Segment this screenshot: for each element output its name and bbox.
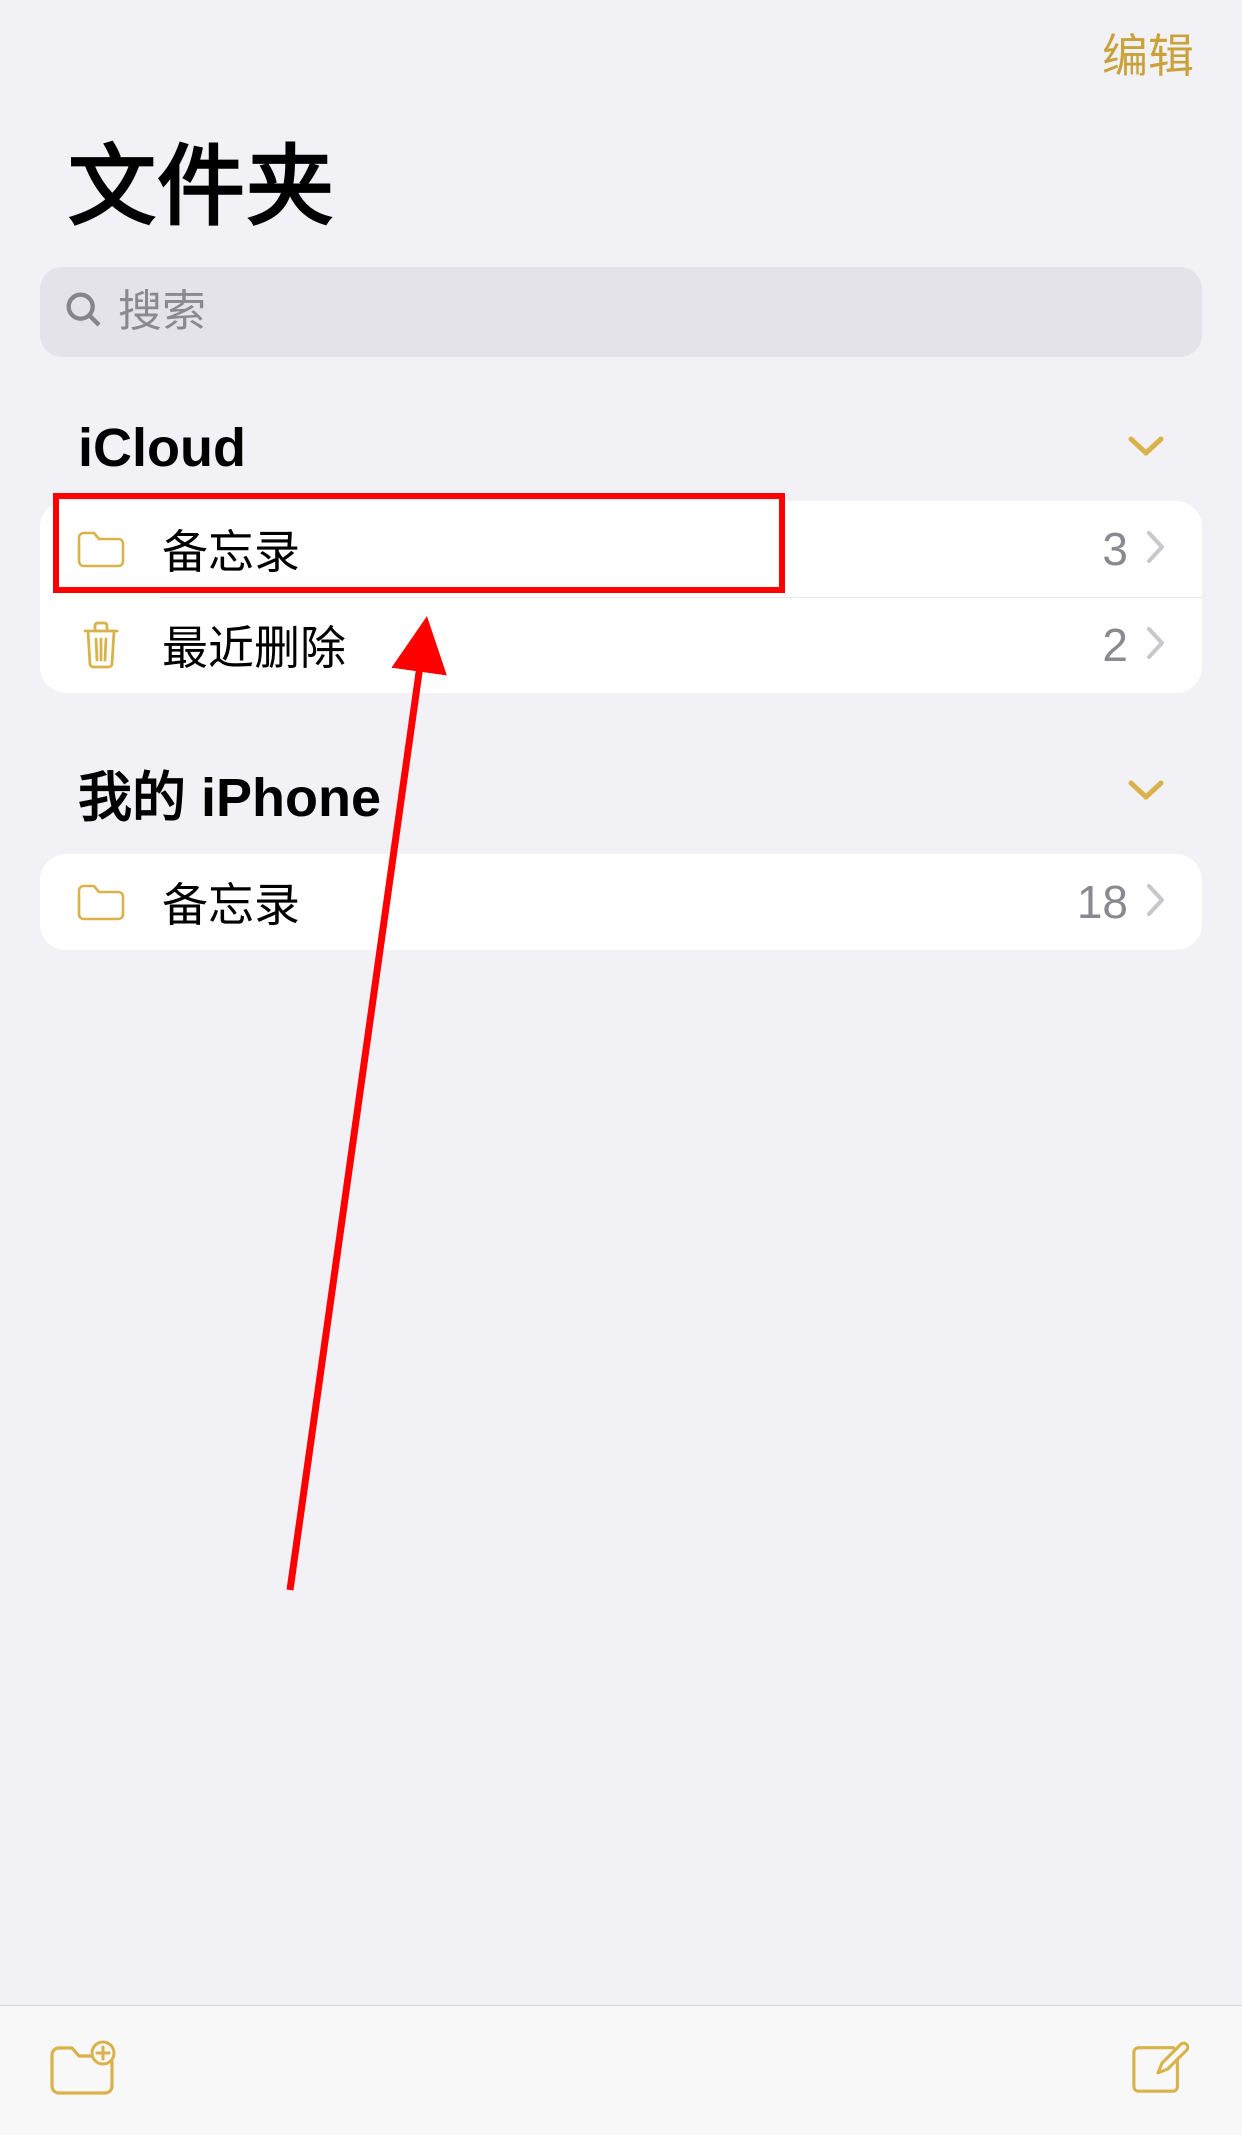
chevron-right-icon xyxy=(1146,530,1166,569)
folder-list-my-iphone: 备忘录 18 xyxy=(40,854,1202,950)
folder-icon xyxy=(76,524,126,574)
folder-icon xyxy=(76,877,126,927)
folder-label: 备忘录 xyxy=(162,869,1077,935)
folder-count: 2 xyxy=(1102,618,1128,672)
folder-count: 3 xyxy=(1102,522,1128,576)
folder-row-notes[interactable]: 备忘录 3 xyxy=(40,501,1202,597)
folder-label: 最近删除 xyxy=(162,612,1102,678)
page-title: 文件夹 xyxy=(0,86,1242,267)
compose-icon xyxy=(1126,2086,1194,2101)
toolbar xyxy=(0,2005,1242,2135)
new-note-button[interactable] xyxy=(1126,2040,1194,2101)
folder-list-icloud: 备忘录 3 最近删除 2 xyxy=(40,501,1202,693)
chevron-right-icon xyxy=(1146,626,1166,665)
section-title: 我的 iPhone xyxy=(78,753,381,832)
new-folder-icon xyxy=(48,2086,116,2101)
chevron-down-icon xyxy=(1128,434,1164,463)
section-header-icloud[interactable]: iCloud xyxy=(0,357,1242,501)
search-input[interactable] xyxy=(118,287,1178,337)
section-header-my-iphone[interactable]: 我的 iPhone xyxy=(0,693,1242,854)
search-icon xyxy=(64,290,118,335)
edit-button[interactable]: 编辑 xyxy=(1102,20,1194,86)
trash-icon xyxy=(76,620,126,670)
folder-label: 备忘录 xyxy=(162,516,1102,582)
section-title: iCloud xyxy=(78,417,246,479)
folder-count: 18 xyxy=(1077,875,1128,929)
folder-row-recently-deleted[interactable]: 最近删除 2 xyxy=(40,597,1202,693)
nav-bar: 编辑 xyxy=(0,0,1242,86)
search-bar[interactable] xyxy=(40,267,1202,357)
folder-row-notes[interactable]: 备忘录 18 xyxy=(40,854,1202,950)
new-folder-button[interactable] xyxy=(48,2040,116,2101)
chevron-down-icon xyxy=(1128,778,1164,807)
chevron-right-icon xyxy=(1146,883,1166,922)
